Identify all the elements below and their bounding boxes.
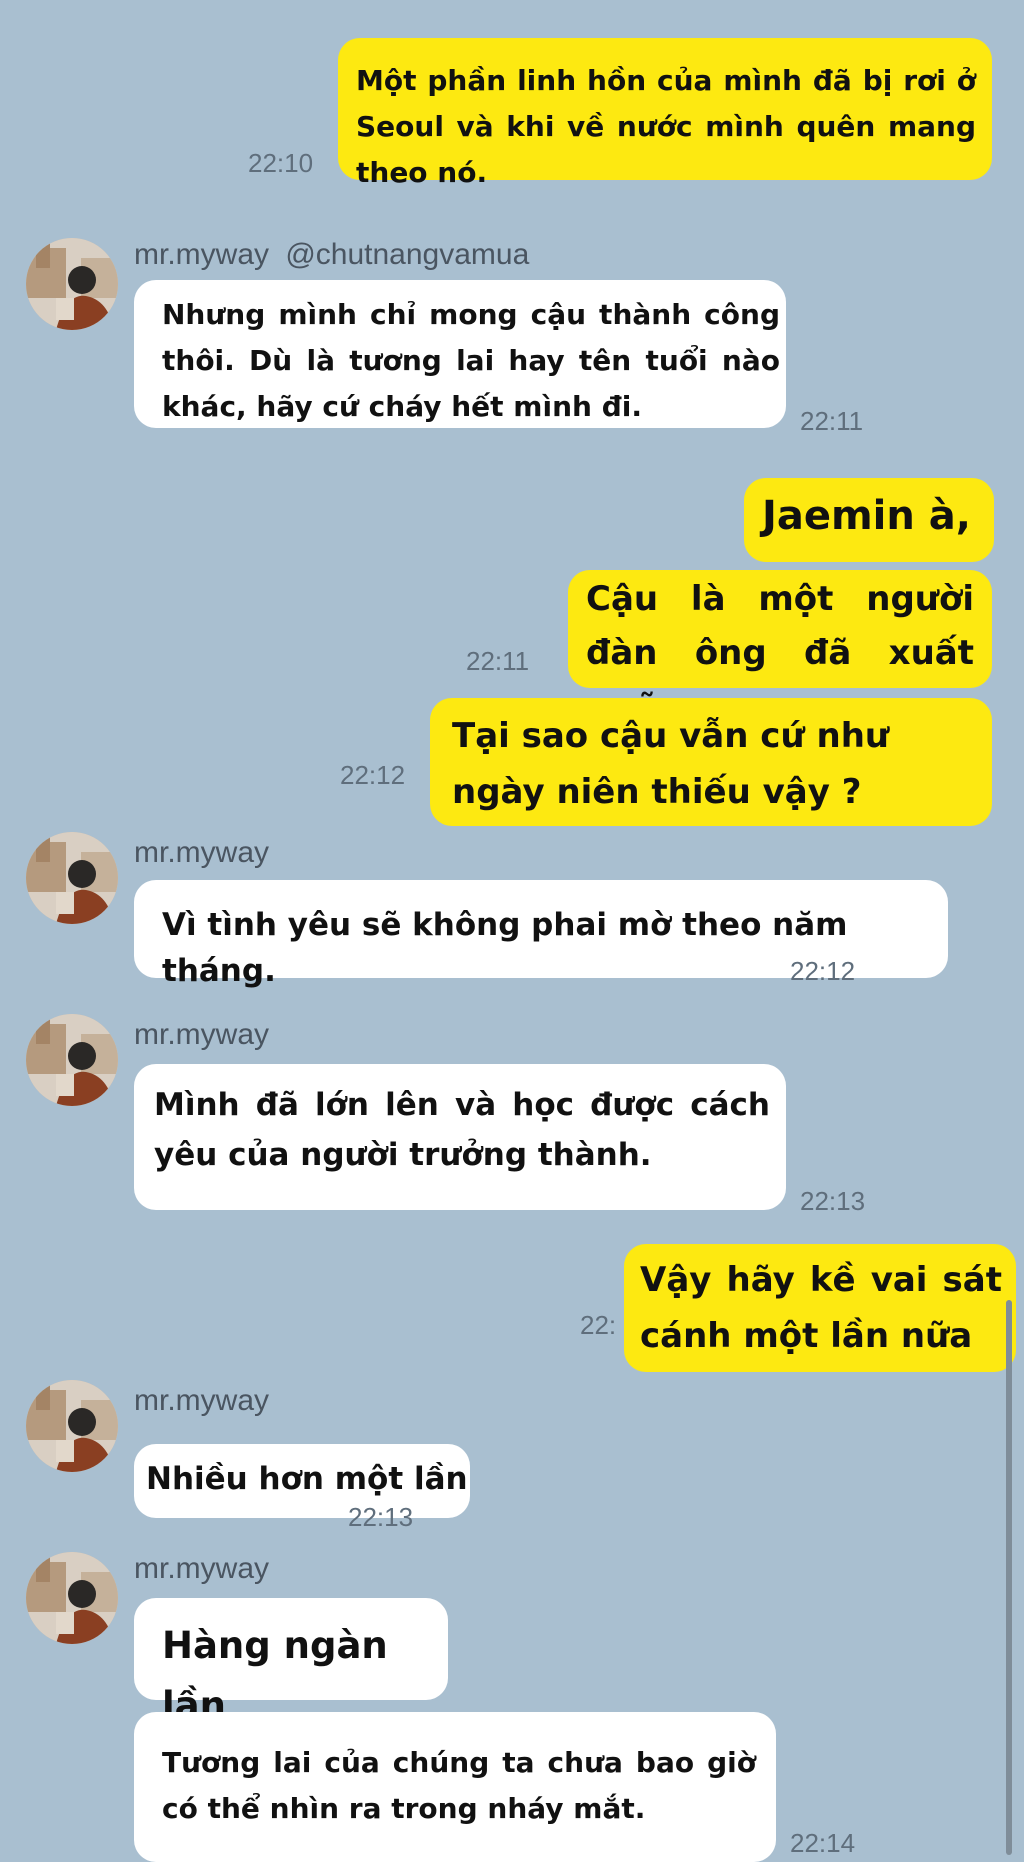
- message-time: 22:12: [340, 760, 406, 790]
- contact-name: mr.myway @chutnangvamua: [134, 238, 530, 271]
- avatar: [26, 238, 118, 330]
- contact-name: mr.myway: [134, 1018, 269, 1051]
- outgoing-message-bubble: Một phần linh hồn của mình đã bị rơi ở S…: [338, 38, 992, 189]
- avatar: [26, 1552, 118, 1644]
- message-time: 22:12: [790, 956, 856, 986]
- message-text: Nhiều hơn một lần: [146, 1461, 468, 1497]
- outgoing-message-bubble: Vậy hãy kề vai sát cánh một lần nữa: [624, 1244, 1016, 1372]
- contact-name: mr.myway: [134, 836, 269, 869]
- contact-name: mr.myway: [134, 1552, 269, 1585]
- avatar: [26, 1380, 118, 1472]
- avatar-photo-icon: [26, 1552, 118, 1644]
- avatar-photo-icon: [26, 1380, 118, 1472]
- message-text: Tương lai của chúng ta chưa bao giờ có t…: [162, 1746, 756, 1825]
- message-text: Vì tình yêu sẽ không phai mờ theo năm th…: [162, 907, 848, 989]
- message-text: Một phần linh hồn của mình đã bị rơi ở S…: [356, 64, 976, 189]
- message-time: 22:13: [348, 1502, 414, 1532]
- message-text: Jaemin à,: [762, 493, 971, 539]
- outgoing-message-bubble: Cậu là một người đàn ông đã xuất ngũ: [568, 570, 992, 727]
- outgoing-message-bubble: Tại sao cậu vẫn cứ như ngày niên thiếu v…: [430, 698, 992, 826]
- message-time: 22:13: [800, 1186, 866, 1216]
- message-time: 22:11: [466, 646, 530, 676]
- message-text: Tại sao cậu vẫn cứ như ngày niên thiếu v…: [452, 716, 890, 812]
- message-text: Mình đã lớn lên và học được cách yêu của…: [154, 1087, 770, 1173]
- scrollbar[interactable]: [1006, 1300, 1012, 1855]
- avatar: [26, 1014, 118, 1106]
- contact-mention[interactable]: @chutnangvamua: [285, 238, 529, 271]
- incoming-message-bubble: Nhiều hơn một lần: [134, 1444, 470, 1518]
- avatar-photo-icon: [26, 832, 118, 924]
- outgoing-message-bubble: Jaemin à,: [744, 478, 994, 562]
- message-time: 22:: [580, 1310, 617, 1340]
- message-text: Nhưng mình chỉ mong cậu thành công thôi.…: [162, 298, 780, 423]
- contact-name: mr.myway: [134, 1384, 269, 1417]
- avatar-photo-icon: [26, 1014, 118, 1106]
- incoming-message-bubble: Hàng ngàn lần: [134, 1598, 448, 1727]
- message-text: Vậy hãy kề vai sát cánh một lần nữa: [640, 1260, 1002, 1356]
- avatar-photo-icon: [26, 238, 118, 330]
- message-time: 22:14: [790, 1828, 856, 1858]
- avatar: [26, 832, 118, 924]
- incoming-message-bubble: Mình đã lớn lên và học được cách yêu của…: [134, 1064, 786, 1210]
- message-time: 22:10: [248, 148, 314, 178]
- incoming-message-bubble: Tương lai của chúng ta chưa bao giờ có t…: [134, 1712, 776, 1862]
- incoming-message-bubble: Nhưng mình chỉ mong cậu thành công thôi.…: [134, 280, 786, 428]
- message-time: 22:11: [800, 406, 864, 436]
